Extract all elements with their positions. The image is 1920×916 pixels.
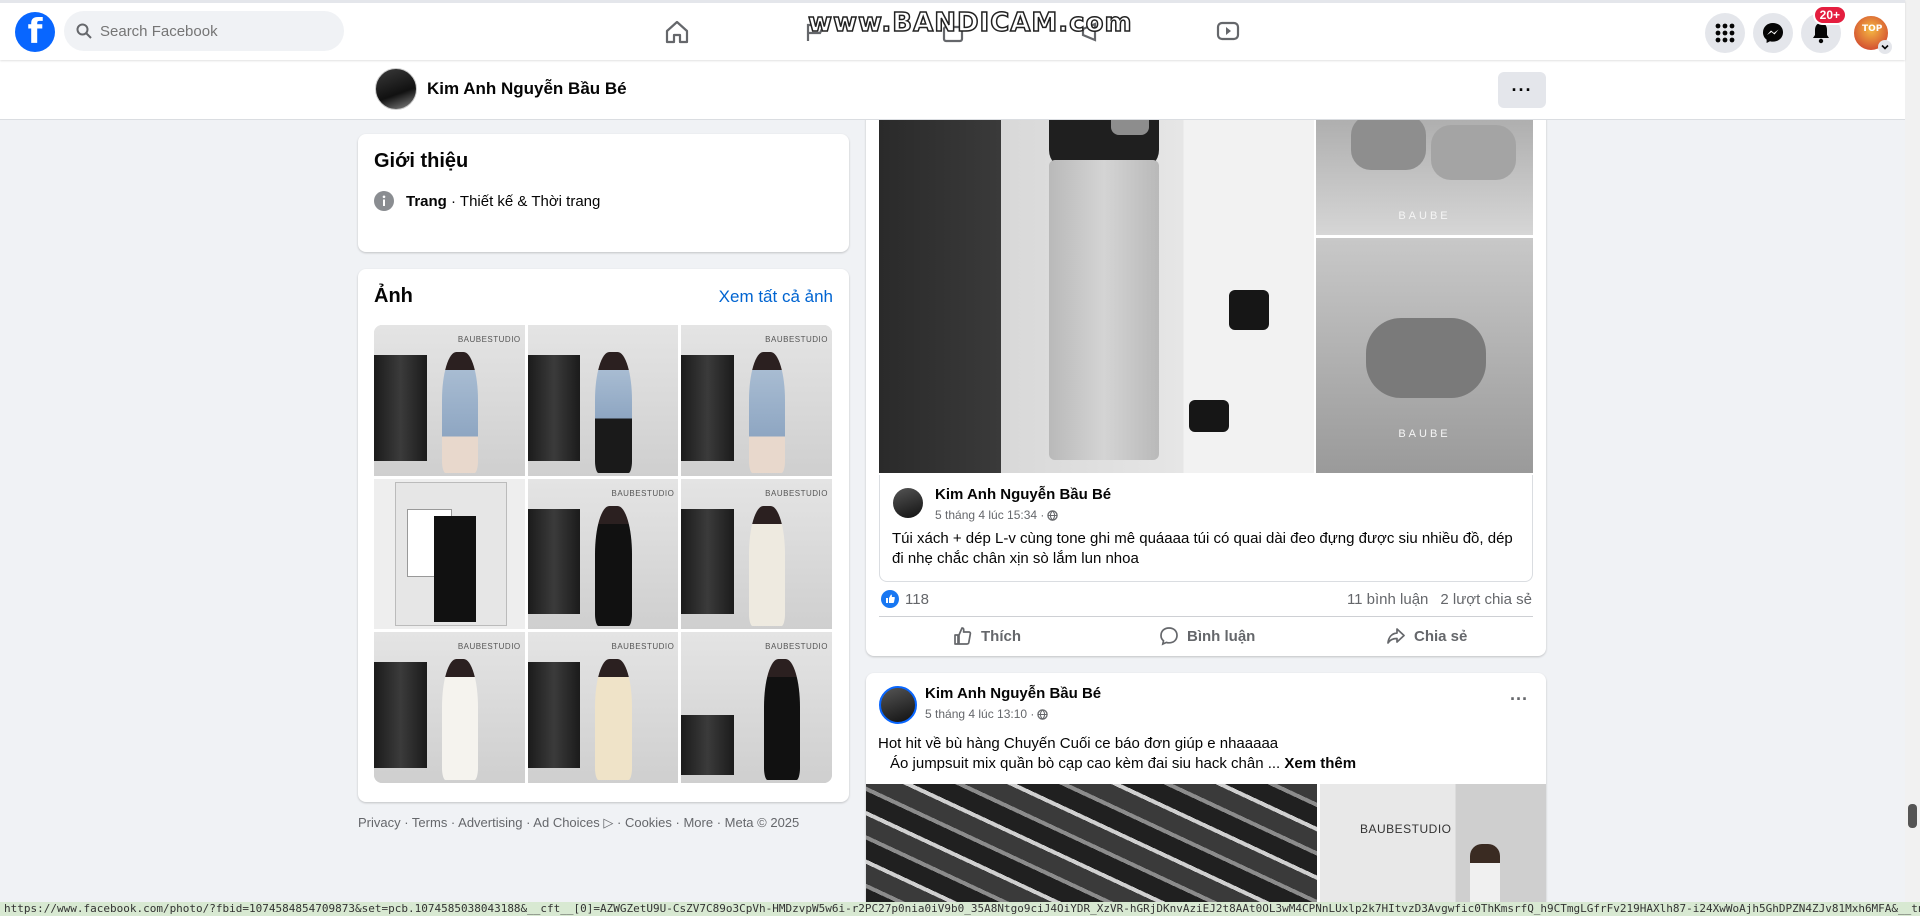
author-avatar[interactable]: [893, 488, 923, 518]
search-box[interactable]: [64, 11, 344, 51]
like-label: Thích: [981, 627, 1021, 645]
search-icon: [76, 23, 92, 39]
intro-title: Giới thiệu: [374, 150, 469, 172]
see-more-link[interactable]: Xem thêm: [1284, 755, 1356, 772]
post-photo-bag[interactable]: BAUBE: [1316, 238, 1533, 473]
top-navigation-bar: f www.BANDICAM.com 20+ TOP: [0, 0, 1905, 60]
photos-title: Ảnh: [374, 285, 413, 307]
post-timestamp[interactable]: 5 tháng 4 lúc 13:10 ·: [925, 707, 1034, 721]
photo-watermark: BAUBESTUDIO: [611, 642, 675, 652]
shared-post-text: Túi xách + dép L-v cùng tone ghi mê quáa…: [892, 530, 1513, 567]
photo-thumbnail[interactable]: BAUBESTUDIO: [681, 632, 832, 783]
comment-count[interactable]: 11 bình luận: [1347, 591, 1428, 608]
shared-timestamp[interactable]: 5 tháng 4 lúc 15:34 ·: [935, 508, 1044, 522]
comment-label: Bình luận: [1187, 627, 1256, 645]
post-photo-main[interactable]: [879, 100, 1314, 473]
shared-post-box[interactable]: Kim Anh Nguyễn Bầu Bé 5 tháng 4 lúc 15:3…: [879, 475, 1533, 582]
video-icon[interactable]: [1211, 15, 1245, 49]
post-card: BAUBE BAUBE Kim Anh Nguyễn Bầu Bé 5 thán…: [866, 100, 1546, 656]
page-title[interactable]: Kim Anh Nguyễn Bầu Bé: [427, 79, 627, 99]
notification-count-badge: 20+: [1812, 5, 1847, 25]
photo-watermark: BAUBESTUDIO: [765, 642, 828, 652]
photo-thumbnail[interactable]: BAUBESTUDIO: [681, 325, 832, 476]
category-value: · Thiết kế & Thời trang: [446, 192, 601, 210]
comment-icon: [1160, 627, 1178, 646]
photo-thumbnail[interactable]: BAUBESTUDIO: [527, 478, 679, 630]
category-label: Trang: [406, 192, 447, 210]
like-button[interactable]: Thích: [953, 626, 1021, 646]
see-all-photos-link[interactable]: Xem tất cả ảnh: [719, 287, 833, 307]
intro-category: Trang · Thiết kế & Thời trang: [374, 191, 600, 211]
messenger-button[interactable]: [1753, 13, 1793, 53]
globe-icon: [1037, 708, 1049, 720]
globe-icon: [1047, 509, 1059, 521]
share-icon: [1387, 628, 1405, 644]
page-more-button[interactable]: ···: [1498, 72, 1546, 108]
photo-watermark: BAUBESTUDIO: [611, 488, 675, 498]
bell-icon: [1813, 23, 1829, 44]
author-avatar[interactable]: [879, 686, 917, 724]
like-reaction-icon: [881, 590, 899, 608]
intro-card: Giới thiệu Trang · Thiết kế & Thời trang: [358, 134, 849, 252]
post-photo-clothes[interactable]: [866, 784, 1317, 908]
chevron-down-icon: [1878, 40, 1892, 54]
page-scrollbar[interactable]: [1905, 0, 1920, 902]
share-count[interactable]: 2 lượt chia sẻ: [1440, 591, 1532, 608]
share-label: Chia sẻ: [1414, 627, 1468, 645]
bandicam-watermark: www.BANDICAM.com: [807, 7, 1133, 39]
post-options-button[interactable]: ···: [1510, 689, 1528, 710]
scrollbar-thumb[interactable]: [1908, 804, 1917, 828]
menu-button[interactable]: [1705, 13, 1745, 53]
account-avatar[interactable]: TOP: [1852, 14, 1892, 54]
post-text: Hot hit về bù hàng Chuyến Cuối ce báo đơ…: [878, 734, 1356, 774]
footer-links[interactable]: Privacy · Terms · Advertising · Ad Choic…: [358, 815, 799, 831]
photo-watermark: BAUBESTUDIO: [457, 642, 521, 652]
photo-watermark: BAUBESTUDIO: [765, 335, 828, 344]
grid-menu-icon: [1715, 23, 1735, 43]
post-text-line1: Hot hit về bù hàng Chuyến Cuối ce báo đơ…: [878, 735, 1279, 752]
photo-thumbnail[interactable]: BAUBESTUDIO: [374, 632, 525, 783]
post-author-name[interactable]: Kim Anh Nguyễn Bầu Bé: [925, 685, 1101, 702]
photo-thumbnail[interactable]: [527, 325, 679, 476]
photo-watermark: BAUBESTUDIO: [765, 488, 828, 498]
photo-thumbnail[interactable]: [374, 478, 525, 630]
post-photo-studio[interactable]: BAUBESTUDIO: [1320, 784, 1546, 908]
thumbs-up-icon: [954, 627, 972, 645]
studio-logo: BAUBESTUDIO: [1360, 822, 1452, 836]
comment-button[interactable]: Bình luận: [1159, 626, 1255, 646]
status-bar-url: https://www.facebook.com/photo/?fbid=107…: [0, 902, 1920, 916]
photo-thumbnail[interactable]: BAUBESTUDIO: [374, 325, 525, 476]
post-photo-watermark: BAUBE: [1398, 210, 1451, 222]
top-badge: TOP: [1862, 24, 1883, 34]
post-text-line2: Áo jumpsuit mix quần bò cạp cao kèm đai …: [890, 755, 1281, 772]
photo-grid: BAUBESTUDIO BAUBESTUDIO BAUBESTUDIO BAUB…: [374, 325, 832, 783]
page-header-bar: Kim Anh Nguyễn Bầu Bé ···: [0, 60, 1905, 120]
info-icon: [374, 191, 394, 211]
shared-author-name[interactable]: Kim Anh Nguyễn Bầu Bé: [935, 486, 1111, 503]
reaction-summary[interactable]: 118: [881, 590, 929, 608]
home-icon[interactable]: [660, 15, 694, 49]
post-photo-watermark: BAUBE: [1398, 428, 1451, 440]
post-card: Kim Anh Nguyễn Bầu Bé 5 tháng 4 lúc 13:1…: [866, 673, 1546, 908]
divider: [879, 616, 1533, 617]
search-input[interactable]: [100, 22, 320, 40]
share-button[interactable]: Chia sẻ: [1386, 626, 1467, 646]
photo-thumbnail[interactable]: BAUBESTUDIO: [681, 478, 832, 630]
messenger-icon: [1763, 23, 1783, 43]
post-photo-sandals[interactable]: BAUBE: [1316, 100, 1533, 235]
like-count: 118: [905, 590, 929, 608]
page-avatar[interactable]: [375, 68, 417, 110]
photos-card: Ảnh Xem tất cả ảnh BAUBESTUDIO BAUBESTUD…: [358, 269, 849, 802]
facebook-logo[interactable]: f: [15, 12, 55, 52]
photo-watermark: BAUBESTUDIO: [457, 335, 521, 344]
photo-thumbnail[interactable]: BAUBESTUDIO: [527, 632, 679, 783]
notifications-button[interactable]: 20+: [1801, 5, 1847, 53]
